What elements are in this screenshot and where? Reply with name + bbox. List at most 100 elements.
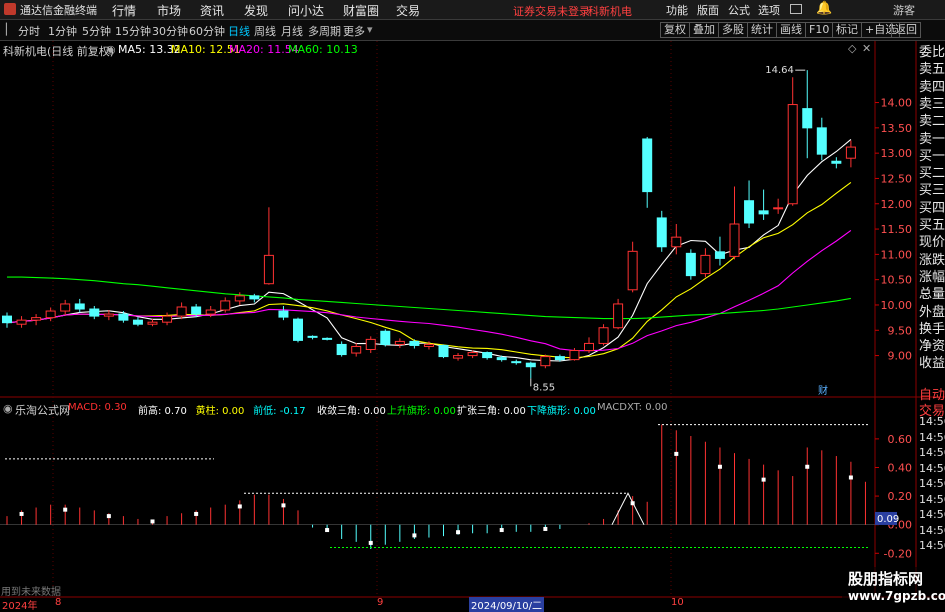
login-alert[interactable]: 证券交易未登录 — [513, 3, 590, 19]
indicator-name[interactable]: 乐淘公式网 — [15, 402, 70, 418]
candle-body — [162, 315, 173, 323]
candle — [744, 180, 755, 229]
quote-panel-item[interactable]: 换手 — [919, 322, 945, 339]
indicator-legend-item: MACD: 0.30 — [68, 402, 127, 413]
candle — [322, 337, 333, 341]
period-60min[interactable]: 60分钟 — [189, 23, 225, 39]
candle-body — [278, 310, 289, 318]
candle-body — [31, 317, 42, 321]
menu-item-xuanxiang[interactable]: 选项 — [758, 2, 780, 18]
toolbar-collapse-icon[interactable]: ▏ — [6, 23, 14, 36]
quote-panel-item[interactable]: 收益 — [919, 356, 945, 373]
indicator-legend-item: 扩张三角: 0.00 — [457, 406, 526, 417]
quote-panel-item[interactable]: 净资 — [919, 339, 945, 356]
quote-panel-item[interactable]: 买三 — [919, 183, 945, 200]
trade-time: 14:56 — [919, 477, 945, 490]
quote-panel-item[interactable]: 买二 — [919, 166, 945, 183]
period-monthly[interactable]: 月线 — [281, 23, 303, 39]
menu-item-faxian[interactable]: 发现 — [244, 2, 268, 19]
quote-panel-item[interactable]: 现价 — [919, 235, 945, 252]
candle-body — [845, 146, 856, 159]
app-title: 通达信金融终端 — [20, 4, 97, 17]
period-30min[interactable]: 30分钟 — [152, 23, 188, 39]
quote-panel-item[interactable]: 涨幅 — [919, 270, 945, 287]
date-label-sep: 9 — [377, 597, 384, 608]
price-tick-label: 12.50 — [881, 172, 913, 185]
guest-label[interactable]: 游客 — [893, 2, 915, 18]
quote-panel-item[interactable]: 委比 — [919, 45, 945, 62]
candle-body — [613, 303, 624, 329]
chevron-down-icon[interactable]: ▾ — [367, 23, 373, 36]
quote-panel-item[interactable]: 买一 — [919, 149, 945, 166]
menu-item-wenxiaoda[interactable]: 问小达 — [288, 2, 324, 19]
candle-body — [671, 236, 682, 248]
menu-item-gongshi[interactable]: 公式 — [728, 2, 750, 18]
btn-tongji[interactable]: 统计 — [747, 22, 777, 38]
btn-f10[interactable]: F10 — [805, 22, 834, 38]
menu-item-jiaoyi[interactable]: 交易 — [396, 2, 420, 19]
period-1min[interactable]: 1分钟 — [48, 23, 77, 39]
price-tick-label: 10.00 — [881, 299, 913, 312]
period-5min[interactable]: 5分钟 — [82, 23, 111, 39]
period-more[interactable]: 更多 — [343, 23, 365, 39]
indicator-gear-icon[interactable]: ◉ — [3, 402, 13, 415]
period-multi[interactable]: 多周期 — [308, 23, 341, 39]
quote-panel-item[interactable]: 卖三 — [919, 97, 945, 114]
quote-panel-item[interactable]: 涨跌 — [919, 253, 945, 270]
candle — [365, 336, 376, 354]
price-tick-label: 10.50 — [881, 274, 913, 287]
macd-dot — [717, 464, 722, 469]
menu-item-banmian[interactable]: 版面 — [697, 2, 719, 18]
quote-panel-item[interactable]: 卖四 — [919, 80, 945, 97]
period-fenshi[interactable]: 分时 — [18, 23, 40, 39]
candle-body — [191, 306, 202, 315]
menu-item-hangqing[interactable]: 行情 — [112, 2, 136, 19]
macd-dot — [499, 528, 504, 533]
candle-body — [773, 207, 784, 210]
quote-panel: 委比 卖五 卖四 卖三 卖二 卖一 买一 买二 买三 买四 买五 现价 涨跌 涨幅 总量 外盘 换手 净资 收益 — [917, 41, 945, 383]
trade-time: 14:56 — [919, 492, 945, 506]
period-daily[interactable]: 日线 — [228, 23, 250, 39]
candle-body — [569, 350, 580, 361]
candle-body — [147, 321, 158, 325]
btn-biaoji[interactable]: 标记 — [832, 22, 862, 38]
candle — [831, 157, 842, 169]
restore-icon[interactable] — [790, 4, 802, 14]
candle-body — [234, 295, 245, 302]
candle-body — [685, 252, 696, 277]
candle-body — [322, 337, 333, 340]
quote-panel-item[interactable]: 卖二 — [919, 114, 945, 131]
quote-panel-item[interactable]: 卖一 — [919, 132, 945, 149]
candle — [802, 70, 813, 159]
quote-panel-item[interactable]: 外盘 — [919, 305, 945, 322]
quote-panel-item[interactable]: 总量 — [919, 287, 945, 304]
trade-time: 14:56 — [919, 539, 945, 552]
menu-item-caifuquan[interactable]: 财富圈 — [343, 2, 379, 19]
candle — [845, 140, 856, 168]
btn-huaxian[interactable]: 画线 — [776, 22, 806, 38]
candle-body — [584, 342, 594, 352]
menu-item-gongneng[interactable]: 功能 — [666, 2, 688, 18]
date-cursor-label: 2024/09/10/二 — [469, 597, 545, 612]
candle-body — [540, 356, 551, 367]
candle — [394, 338, 405, 348]
triangle-pattern — [611, 492, 645, 525]
period-weekly[interactable]: 周线 — [254, 23, 276, 39]
candle — [584, 337, 594, 354]
quote-panel-item[interactable]: 卖五 — [919, 62, 945, 79]
btn-fuquan[interactable]: 复权 — [660, 22, 690, 38]
period-15min[interactable]: 15分钟 — [115, 23, 151, 39]
candle — [729, 186, 740, 260]
btn-back[interactable]: 返回 — [891, 22, 921, 38]
kline-chart[interactable]: 9.00 9.50 10.00 10.50 11.00 11.50 12.00 12.50 13… — [0, 41, 945, 609]
candle — [758, 189, 769, 220]
watermark-title: 股朋指标网 — [848, 570, 924, 588]
menu-item-zixun[interactable]: 资讯 — [200, 2, 224, 19]
menu-item-shichang[interactable]: 市场 — [157, 2, 181, 19]
price-tick-label: 12.00 — [881, 198, 913, 211]
quote-panel-item[interactable]: 买四 — [919, 201, 945, 218]
bell-icon[interactable]: 🔔 — [816, 1, 832, 16]
quote-panel-item[interactable]: 买五 — [919, 218, 945, 235]
btn-duogu[interactable]: 多股 — [718, 22, 748, 38]
btn-diejia[interactable]: 叠加 — [689, 22, 719, 38]
